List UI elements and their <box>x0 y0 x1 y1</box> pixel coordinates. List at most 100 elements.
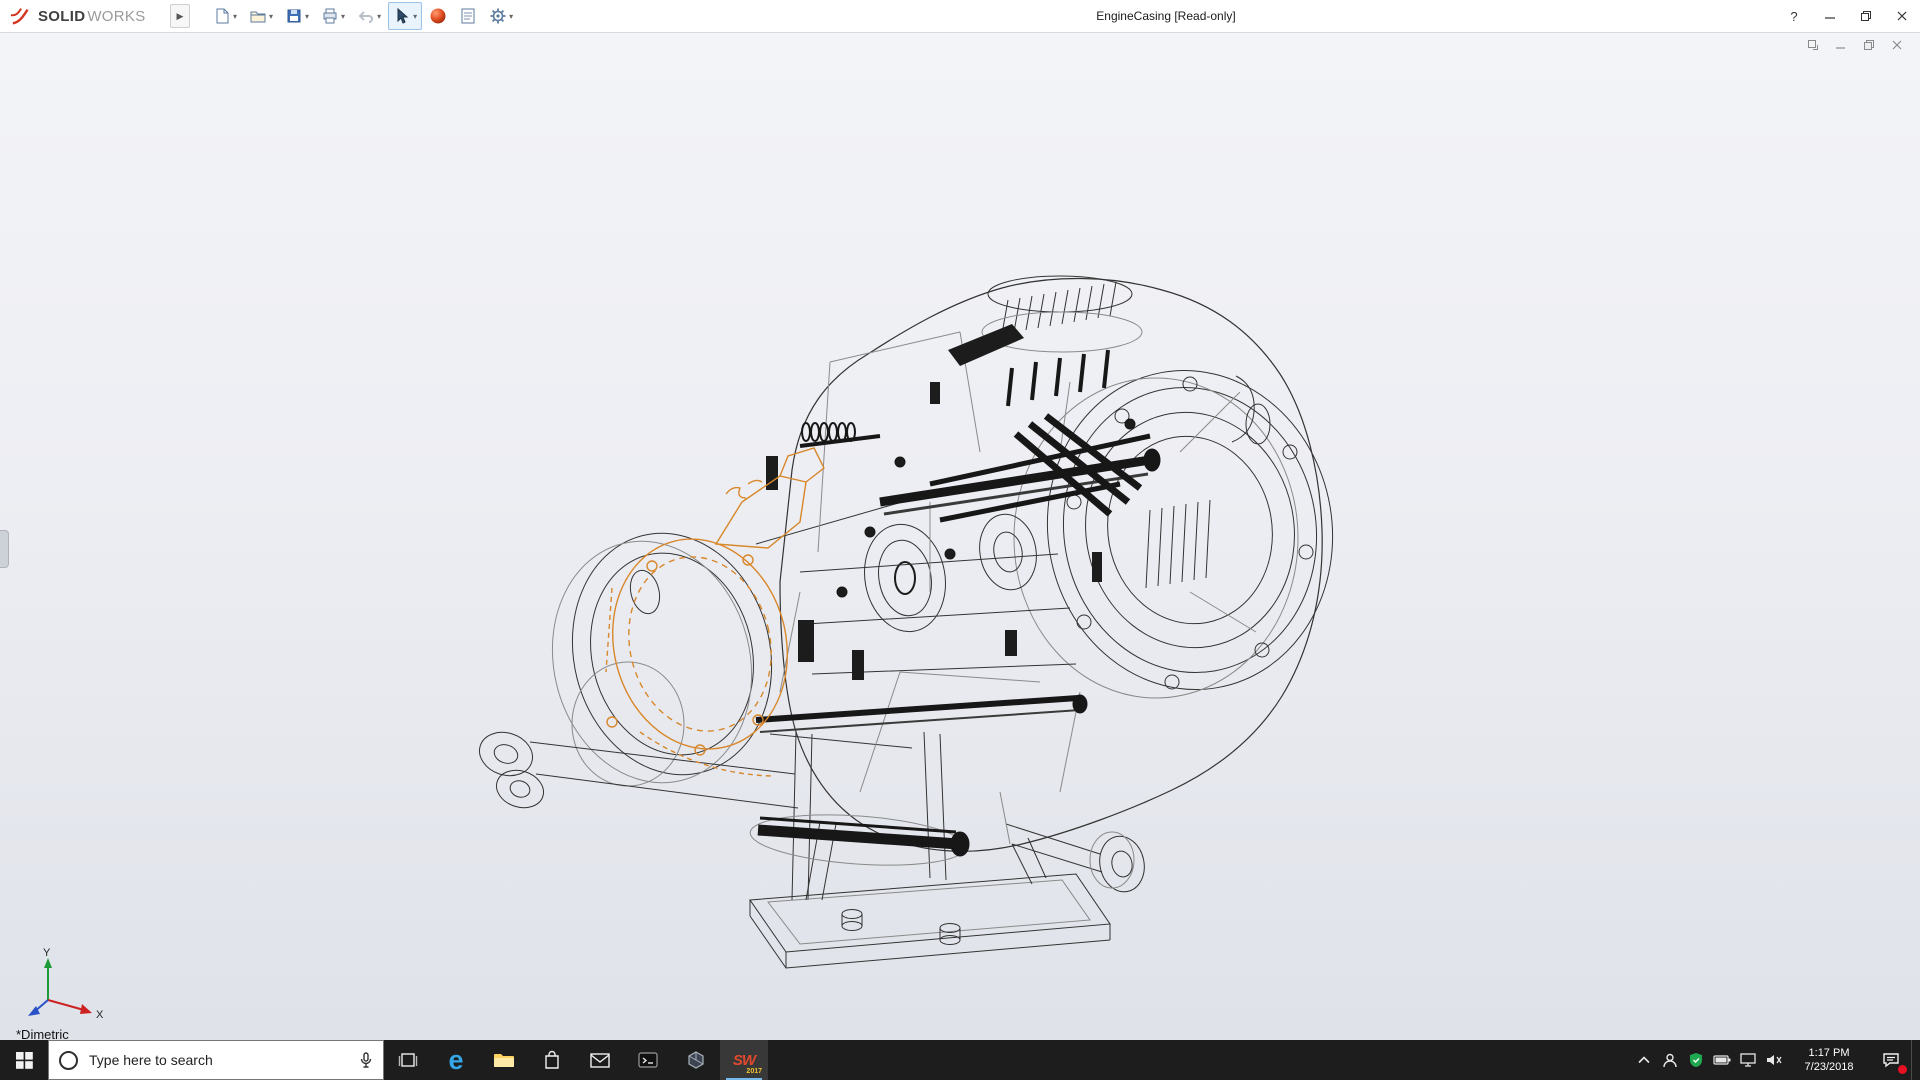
dropdown-caret[interactable]: ▾ <box>305 12 309 21</box>
window-title: EngineCasing [Read-only] <box>1096 0 1235 32</box>
window-controls: ? <box>1776 0 1920 32</box>
edge-icon: e <box>448 1047 463 1074</box>
taskbar-store[interactable] <box>528 1040 576 1080</box>
start-button[interactable] <box>0 1040 48 1080</box>
undo-icon <box>357 7 375 25</box>
windows-start-icon <box>16 1052 33 1069</box>
doc-close-button[interactable] <box>1888 37 1906 53</box>
tray-expand-button[interactable] <box>1631 1040 1657 1080</box>
doc-restore-icon <box>1863 39 1875 51</box>
taskbar-edge[interactable]: e <box>432 1040 480 1080</box>
titlebar: SOLID WORKS ▶ ▾ ▾ ▾ <box>0 0 1920 33</box>
wireframe-model[interactable] <box>0 32 1920 1040</box>
doc-close-icon <box>1891 39 1903 51</box>
close-button[interactable] <box>1884 0 1920 32</box>
menu-expand-arrow[interactable]: ▶ <box>170 4 190 28</box>
maximize-button[interactable] <box>1848 0 1884 32</box>
view-orientation-label: *Dimetric <box>16 1027 69 1040</box>
taskbar: e SW 2017 <box>0 1040 1920 1080</box>
save-icon <box>285 7 303 25</box>
doc-arrange-button[interactable] <box>1804 37 1822 53</box>
microphone-icon[interactable] <box>359 1052 373 1069</box>
terminal-icon <box>638 1051 658 1069</box>
options-button[interactable]: ▾ <box>484 2 518 30</box>
file-explorer-icon <box>493 1051 515 1069</box>
cortana-icon[interactable] <box>59 1051 78 1070</box>
show-desktop-button[interactable] <box>1911 1040 1920 1080</box>
taskbar-search[interactable] <box>48 1040 384 1080</box>
taskbar-cube-app[interactable] <box>672 1040 720 1080</box>
new-document-button[interactable]: ▾ <box>208 2 242 30</box>
dropdown-caret[interactable]: ▾ <box>377 12 381 21</box>
appearance-sphere-icon <box>429 7 447 25</box>
taskbar-mail[interactable] <box>576 1040 624 1080</box>
doc-arrange-icon <box>1806 38 1820 52</box>
solidworks-app-icon: SW <box>733 1052 755 1069</box>
clock-time: 1:17 PM <box>1809 1046 1850 1060</box>
triad-y-label: Y <box>43 947 51 959</box>
logo-text-solid: SOLID <box>38 8 85 25</box>
print-icon <box>321 7 339 25</box>
doc-minimize-icon <box>1835 39 1847 51</box>
taskbar-solidworks[interactable]: SW 2017 <box>720 1040 768 1080</box>
help-button[interactable]: ? <box>1776 0 1812 32</box>
file-properties-button[interactable] <box>454 2 482 30</box>
triad-x-label: X <box>96 1009 104 1021</box>
task-view-icon <box>398 1052 418 1068</box>
chevron-up-icon <box>1638 1056 1650 1064</box>
close-icon <box>1896 10 1908 22</box>
restore-icon <box>1860 10 1872 22</box>
dropdown-caret[interactable]: ▾ <box>269 12 273 21</box>
mail-icon <box>590 1053 610 1068</box>
taskbar-clock[interactable]: 1:17 PM 7/23/2018 <box>1787 1040 1871 1080</box>
system-tray: 1:17 PM 7/23/2018 <box>1631 1040 1920 1080</box>
tray-security[interactable] <box>1683 1040 1709 1080</box>
doc-minimize-button[interactable] <box>1832 37 1850 53</box>
file-properties-icon <box>459 7 477 25</box>
tray-volume[interactable] <box>1761 1040 1787 1080</box>
save-button[interactable]: ▾ <box>280 2 314 30</box>
people-icon <box>1662 1053 1678 1068</box>
minimize-icon <box>1824 10 1836 22</box>
solidworks-logo: SOLID WORKS <box>0 5 170 27</box>
dropdown-caret[interactable]: ▾ <box>509 12 513 21</box>
taskbar-terminal[interactable] <box>624 1040 672 1080</box>
tray-people[interactable] <box>1657 1040 1683 1080</box>
solidworks-logo-mark <box>10 5 34 27</box>
clock-date: 7/23/2018 <box>1805 1060 1854 1074</box>
tray-battery[interactable] <box>1709 1040 1735 1080</box>
undo-button[interactable]: ▾ <box>352 2 386 30</box>
store-icon <box>543 1050 561 1070</box>
document-window-controls <box>1804 37 1906 53</box>
security-shield-icon <box>1689 1052 1703 1068</box>
notification-badge <box>1898 1065 1907 1074</box>
select-cursor-icon <box>393 7 411 25</box>
volume-muted-icon <box>1765 1053 1783 1067</box>
battery-icon <box>1713 1055 1731 1065</box>
task-view-button[interactable] <box>384 1040 432 1080</box>
options-gear-icon <box>489 7 507 25</box>
logo-text-works: WORKS <box>87 8 145 25</box>
dropdown-caret[interactable]: ▾ <box>341 12 345 21</box>
taskbar-file-explorer[interactable] <box>480 1040 528 1080</box>
tray-network[interactable] <box>1735 1040 1761 1080</box>
appearance-button[interactable] <box>424 2 452 30</box>
cube-icon <box>686 1050 706 1070</box>
solidworks-year-badge: 2017 <box>746 1068 762 1075</box>
dropdown-caret[interactable]: ▾ <box>233 12 237 21</box>
select-tool-button[interactable]: ▾ <box>388 2 422 30</box>
graphics-area[interactable]: Y X *Dimetric <box>0 32 1920 1040</box>
open-folder-icon <box>249 7 267 25</box>
print-button[interactable]: ▾ <box>316 2 350 30</box>
open-button[interactable]: ▾ <box>244 2 278 30</box>
minimize-button[interactable] <box>1812 0 1848 32</box>
new-document-icon <box>213 7 231 25</box>
action-center-button[interactable] <box>1871 1040 1911 1080</box>
doc-restore-button[interactable] <box>1860 37 1878 53</box>
quick-access-toolbar: ▾ ▾ ▾ ▾ <box>208 2 518 30</box>
dropdown-caret[interactable]: ▾ <box>413 12 417 21</box>
search-input[interactable] <box>87 1051 350 1069</box>
orientation-triad[interactable]: Y X <box>14 944 114 1028</box>
action-center-icon <box>1882 1052 1900 1068</box>
network-icon <box>1740 1053 1756 1067</box>
